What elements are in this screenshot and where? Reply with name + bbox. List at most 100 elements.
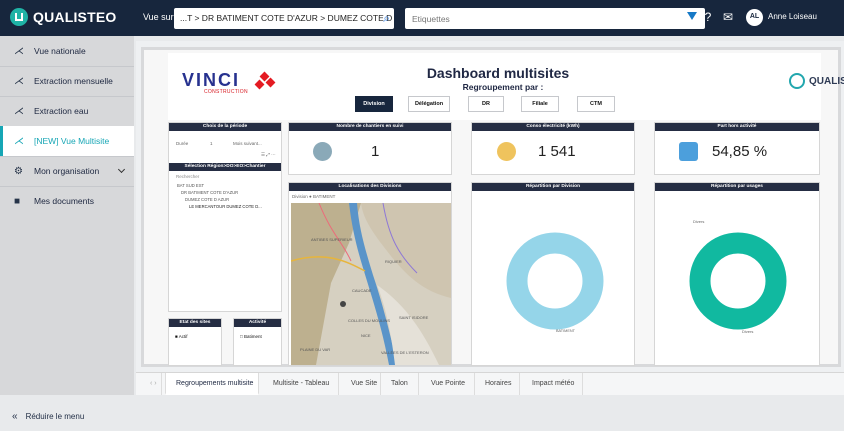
tree-item[interactable]: BAT SUD EST <box>177 183 204 188</box>
trend-icon: ⋌ <box>14 105 24 117</box>
qualisteo-logo-text: QUALISTEO <box>809 75 844 87</box>
tab-vue-pointe[interactable]: Vue Pointe <box>419 373 475 395</box>
dashboard-title: Dashboard multisites <box>426 65 570 81</box>
active-status-checkbox[interactable]: ■ Actif <box>175 334 188 339</box>
kpi-title: Nombre de chantiers en suivi <box>289 123 451 131</box>
report-tabs: ‹ › Regroupements multisite Multisite - … <box>136 372 844 395</box>
tags-filter-input[interactable]: Etiquettes <box>405 8 705 29</box>
lightning-icon <box>497 142 516 161</box>
kpi-title: Part hors activité <box>655 123 819 131</box>
division-map-panel: Localisations des Divisions Division ● B… <box>288 182 452 366</box>
building-activity-checkbox[interactable]: □ Batiment <box>240 334 262 339</box>
grouping-button-filiale[interactable]: Filiale <box>521 96 559 112</box>
map-place-label: VALLÉES DE L'ESTERON <box>381 350 429 355</box>
tab-prev-icon[interactable]: ‹ › <box>146 373 162 395</box>
division-donut-panel: Répartition par Division BATIMENT <box>471 182 635 366</box>
division-donut-slice <box>506 232 604 330</box>
tab-vue-site[interactable]: Vue Site <box>339 373 381 395</box>
building-icon <box>679 142 698 161</box>
usage-donut-bottom-label: Divers <box>742 329 754 334</box>
search-icon[interactable]: ⌕ <box>383 11 390 26</box>
usage-donut-panel: Répartition par usages Divers Divers <box>654 182 820 366</box>
sidebar-item-vue-multisite[interactable]: ⋌ [NEW] Vue Multisite <box>0 126 134 156</box>
trend-icon: ⋌ <box>14 135 24 147</box>
filter-tools-icon[interactable]: ☰ ⤢ ⋯ <box>261 152 276 158</box>
building-activity-label: Batiment <box>243 334 262 339</box>
kpi-value: 1 541 <box>538 143 576 160</box>
period-count-field[interactable]: 1 <box>210 141 213 146</box>
map-legend: Division ● BATIMENT <box>292 194 336 199</box>
division-donut-title: Répartition par Division <box>472 183 634 191</box>
sidebar-item-mes-documents[interactable]: ■ Mes documents <box>0 186 134 216</box>
sidebar-item-extraction-mensuelle[interactable]: ⋌ Extraction mensuelle <box>0 66 134 96</box>
collapse-menu-label: Réduire le menu <box>25 411 85 421</box>
user-name[interactable]: Anne Loiseau <box>768 12 817 21</box>
tab-regroupements-multisite[interactable]: Regroupements multisite <box>165 373 259 395</box>
map-place-label: SAINT ISIDORE <box>399 315 429 320</box>
kpi-electricity-card: Conso électricité (kWh) 1 541 <box>471 122 635 175</box>
brand-mark-icon <box>10 8 28 26</box>
tab-horaires[interactable]: Horaires <box>475 373 520 395</box>
help-icon[interactable]: ? <box>701 10 715 24</box>
double-chevron-left-icon: « <box>12 410 18 422</box>
selection-search[interactable]: Rechercher <box>176 174 199 179</box>
sidebar-item-extraction-eau[interactable]: ⋌ Extraction eau <box>0 96 134 126</box>
sidebar-item-label: Extraction eau <box>34 106 89 116</box>
selection-panel-title: Sélection Région>DO>EO>Chantier <box>169 163 281 171</box>
vinci-logo: VINCI CONSTRUCTION <box>182 70 277 102</box>
tab-impact-meteo[interactable]: Impact météo <box>520 373 583 395</box>
kpi-off-activity-card: Part hors activité 54,85 % <box>654 122 820 175</box>
collapse-menu-button[interactable]: « Réduire le menu <box>0 401 134 431</box>
usage-donut-title: Répartition par usages <box>655 183 819 191</box>
tab-multisite-tableau[interactable]: Multisite - Tableau <box>259 373 339 395</box>
activity-filter-title: Activité <box>234 319 281 327</box>
grouping-button-dr[interactable]: DR <box>468 96 504 112</box>
brand-logo[interactable]: QUALISTEO <box>10 8 116 26</box>
activity-filter-panel: Activité □ Batiment <box>233 318 282 366</box>
scope-path-input[interactable]: ...T > DR BATIMENT COTE D'AZUR > DUMEZ C… <box>174 8 394 29</box>
map-image[interactable]: ANTIBES SUPERIEUR RIQUIER CAUCADE COLLES… <box>291 203 451 365</box>
dashboard-header: VINCI CONSTRUCTION Dashboard multisites … <box>168 53 844 120</box>
period-duration-field[interactable]: Durée <box>176 141 188 146</box>
tree-item-selected[interactable]: LE MERCANTOUR DUMEZ COTE D... <box>189 204 262 209</box>
usage-donut-top-label: Divers <box>693 219 705 224</box>
division-donut-label: BATIMENT <box>556 329 575 333</box>
view-label: Vue sur <box>143 12 174 22</box>
kpi-value: 54,85 % <box>712 143 768 160</box>
sidebar: ⋌ Vue nationale ⋌ Extraction mensuelle ⋌ Ex… <box>0 36 134 422</box>
dashboard-subtitle: Regroupement par : <box>462 82 544 92</box>
avatar[interactable]: AL <box>746 9 763 26</box>
tab-talon[interactable]: Talon <box>381 373 419 395</box>
tree-item[interactable]: DR BATIMENT COTE D'AZUR <box>181 190 238 195</box>
division-donut-chart[interactable] <box>500 226 610 336</box>
qualisteo-logo: QUALISTEO <box>789 73 844 89</box>
kpi-sites-card: Nombre de chantiers en suivi 1 <box>288 122 452 175</box>
map-place-label: ANTIBES SUPERIEUR <box>311 237 353 242</box>
trend-icon: ⋌ <box>14 45 24 57</box>
grouping-button-delegation[interactable]: Délégation <box>408 96 450 112</box>
map-place-label: COLLES DU MOULINS <box>348 318 390 323</box>
status-filter-panel: Etat des sites ■ Actif <box>168 318 222 366</box>
grouping-button-division[interactable]: Division <box>355 96 393 112</box>
usage-donut-slice <box>689 232 787 330</box>
sidebar-item-label: Vue nationale <box>34 46 86 56</box>
brand-name: QUALISTEO <box>33 9 117 25</box>
folder-icon: ■ <box>14 195 21 207</box>
mail-icon[interactable]: ✉ <box>721 10 735 24</box>
sidebar-item-label: Extraction mensuelle <box>34 76 113 86</box>
period-next-field[interactable]: Mois suivant... <box>233 141 262 146</box>
vinci-mark-icon <box>254 71 276 91</box>
sidebar-item-vue-nationale[interactable]: ⋌ Vue nationale <box>0 36 134 66</box>
map-place-label: CAUCADE <box>352 288 372 293</box>
map-place-label: PLAINE DU VAR <box>300 347 330 352</box>
tree-item[interactable]: DUMEZ COTE D AZUR <box>185 197 229 202</box>
sidebar-item-label: [NEW] Vue Multisite <box>34 136 110 146</box>
status-filter-title: Etat des sites <box>169 319 221 327</box>
scope-path-value: ...T > DR BATIMENT COTE D'AZUR > DUMEZ C… <box>180 13 394 23</box>
sidebar-item-mon-organisation[interactable]: ⚙ Mon organisation <box>0 156 134 186</box>
usage-donut-chart[interactable] <box>683 226 793 336</box>
grouping-button-ctm[interactable]: CTM <box>577 96 615 112</box>
chevron-down-icon[interactable] <box>117 165 126 174</box>
tags-placeholder: Etiquettes <box>412 14 450 24</box>
filter-icon[interactable] <box>687 12 697 20</box>
